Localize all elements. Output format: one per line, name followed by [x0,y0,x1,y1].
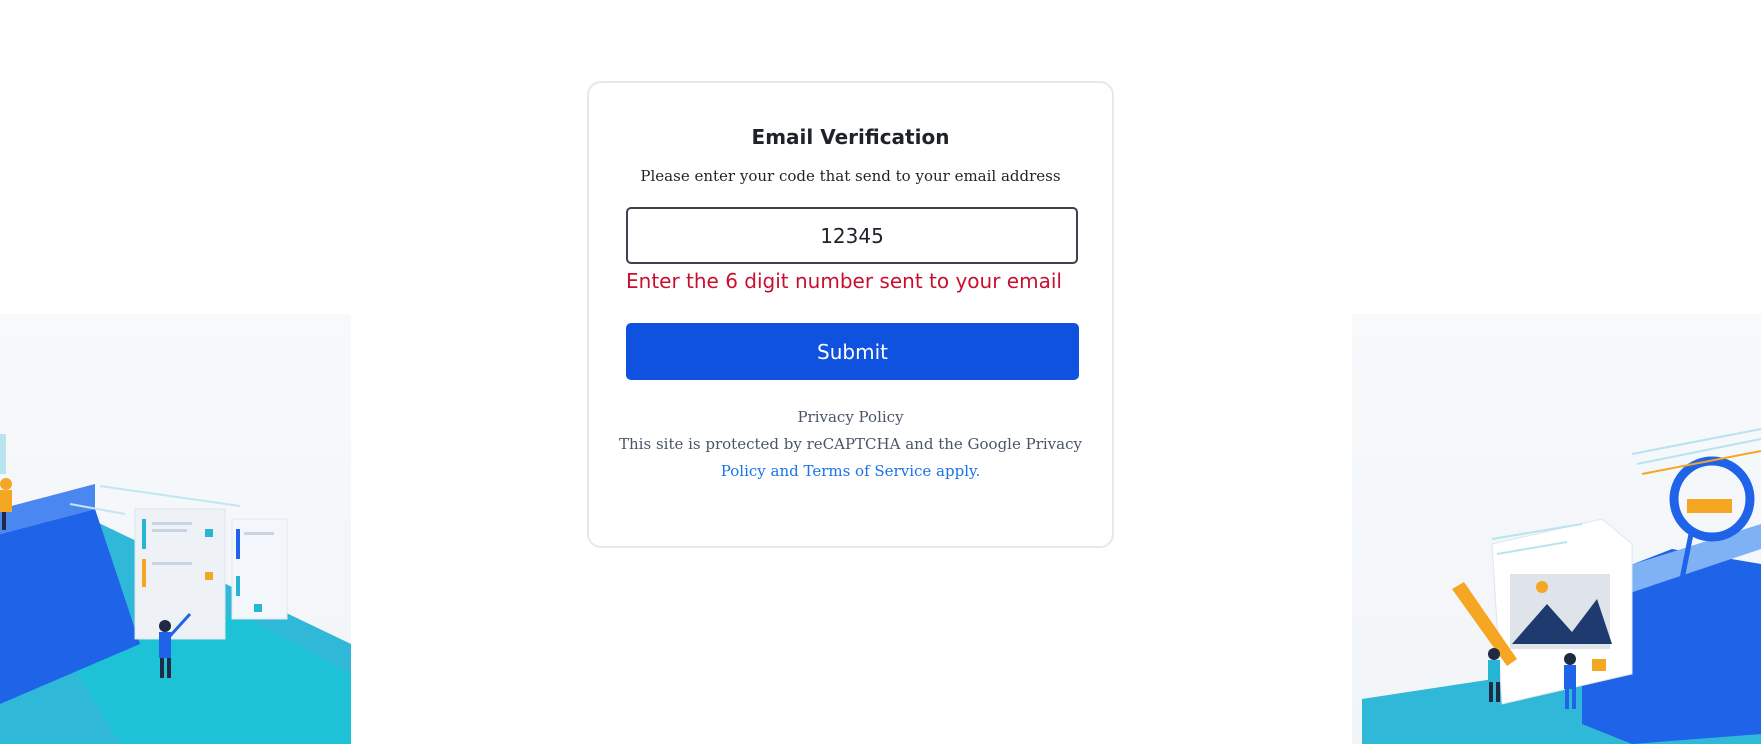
page: Email Verification Please enter your cod… [0,0,1761,744]
recaptcha-notice: This site is protected by reCAPTCHA and … [619,435,1082,453]
privacy-policy-link[interactable]: Privacy Policy [589,408,1112,426]
right-illustration [1352,314,1761,744]
card-subtitle: Please enter your code that send to your… [640,167,1061,185]
left-illustration [0,314,351,744]
card-title: Email Verification [751,125,950,149]
terms-of-service-link[interactable]: Policy and Terms of Service apply. [589,462,1112,480]
submit-button[interactable]: Submit [626,323,1079,380]
design-work-illustration [1362,428,1761,744]
verification-code-input[interactable] [626,207,1078,264]
verification-card: Email Verification Please enter your cod… [587,81,1114,548]
team-working-illustration [0,434,351,744]
error-message: Enter the 6 digit number sent to your em… [626,269,1062,293]
